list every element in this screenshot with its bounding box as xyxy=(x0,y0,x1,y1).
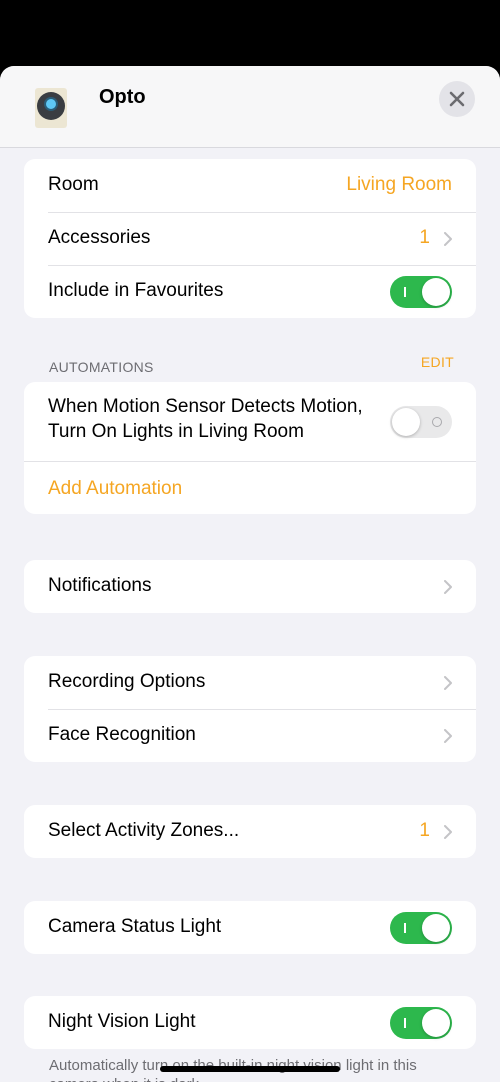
automations-group: When Motion Sensor Detects Motion, Turn … xyxy=(24,382,476,514)
toggle-on-mark xyxy=(404,923,406,933)
favourites-label: Include in Favourites xyxy=(48,280,224,301)
chevron-right-icon xyxy=(444,232,452,246)
toggle-knob xyxy=(422,1009,450,1037)
night-vision-group: Night Vision Light xyxy=(24,996,476,1049)
notifications-group: Notifications xyxy=(24,560,476,613)
accessories-count: 1 xyxy=(419,227,430,248)
chevron-right-icon xyxy=(444,729,452,743)
toggle-on-mark xyxy=(404,287,406,297)
home-indicator[interactable] xyxy=(160,1066,340,1072)
night-vision-row: Night Vision Light xyxy=(24,996,476,1049)
accessories-label: Accessories xyxy=(48,227,151,248)
room-label: Room xyxy=(48,174,99,195)
activity-zones-count: 1 xyxy=(419,820,430,841)
accessory-settings-sheet: Opto Room Living Room Accessories 1 Incl… xyxy=(0,66,500,1082)
close-icon xyxy=(449,91,465,107)
room-row[interactable]: Room Living Room xyxy=(24,159,476,212)
toggle-knob xyxy=(422,914,450,942)
automation-description: When Motion Sensor Detects Motion, Turn … xyxy=(48,396,363,442)
chevron-right-icon xyxy=(444,825,452,839)
accessories-row[interactable]: Accessories 1 xyxy=(24,212,476,265)
room-value: Living Room xyxy=(346,174,452,195)
activity-zones-label: Select Activity Zones... xyxy=(48,820,240,841)
notifications-label: Notifications xyxy=(48,575,152,596)
toggle-on-mark xyxy=(404,1018,406,1028)
camera-lens xyxy=(46,99,56,109)
chevron-right-icon xyxy=(444,676,452,690)
camera-icon xyxy=(35,88,67,128)
recording-group: Recording Options Face Recognition xyxy=(24,656,476,762)
notifications-row[interactable]: Notifications xyxy=(24,560,476,613)
general-settings-group: Room Living Room Accessories 1 Include i… xyxy=(24,159,476,318)
automation-toggle[interactable] xyxy=(390,406,452,438)
close-button[interactable] xyxy=(439,81,475,117)
activity-zones-group: Select Activity Zones... 1 xyxy=(24,805,476,858)
face-recognition-label: Face Recognition xyxy=(48,724,196,745)
face-recognition-row[interactable]: Face Recognition xyxy=(24,709,476,762)
automation-item[interactable]: When Motion Sensor Detects Motion, Turn … xyxy=(24,382,476,461)
recording-options-label: Recording Options xyxy=(48,671,206,692)
favourites-row: Include in Favourites xyxy=(24,265,476,318)
automations-section-title: AUTOMATIONS xyxy=(49,359,154,375)
night-vision-toggle[interactable] xyxy=(390,1007,452,1039)
accessory-name: Opto xyxy=(99,86,146,108)
toggle-knob xyxy=(422,278,450,306)
recording-options-row[interactable]: Recording Options xyxy=(24,656,476,709)
status-light-group: Camera Status Light xyxy=(24,901,476,954)
toggle-off-mark xyxy=(432,417,442,427)
automations-edit-button[interactable]: EDIT xyxy=(421,354,454,370)
camera-body xyxy=(37,92,65,120)
activity-zones-row[interactable]: Select Activity Zones... 1 xyxy=(24,805,476,858)
chevron-right-icon xyxy=(444,580,452,594)
status-light-row: Camera Status Light xyxy=(24,901,476,954)
night-vision-label: Night Vision Light xyxy=(48,1011,196,1032)
sheet-header: Opto xyxy=(0,66,500,148)
add-automation-button[interactable]: Add Automation xyxy=(48,478,182,500)
toggle-knob xyxy=(392,408,420,436)
favourites-toggle[interactable] xyxy=(390,276,452,308)
status-light-toggle[interactable] xyxy=(390,912,452,944)
add-automation-row[interactable]: Add Automation xyxy=(24,461,476,514)
status-light-label: Camera Status Light xyxy=(48,916,222,937)
